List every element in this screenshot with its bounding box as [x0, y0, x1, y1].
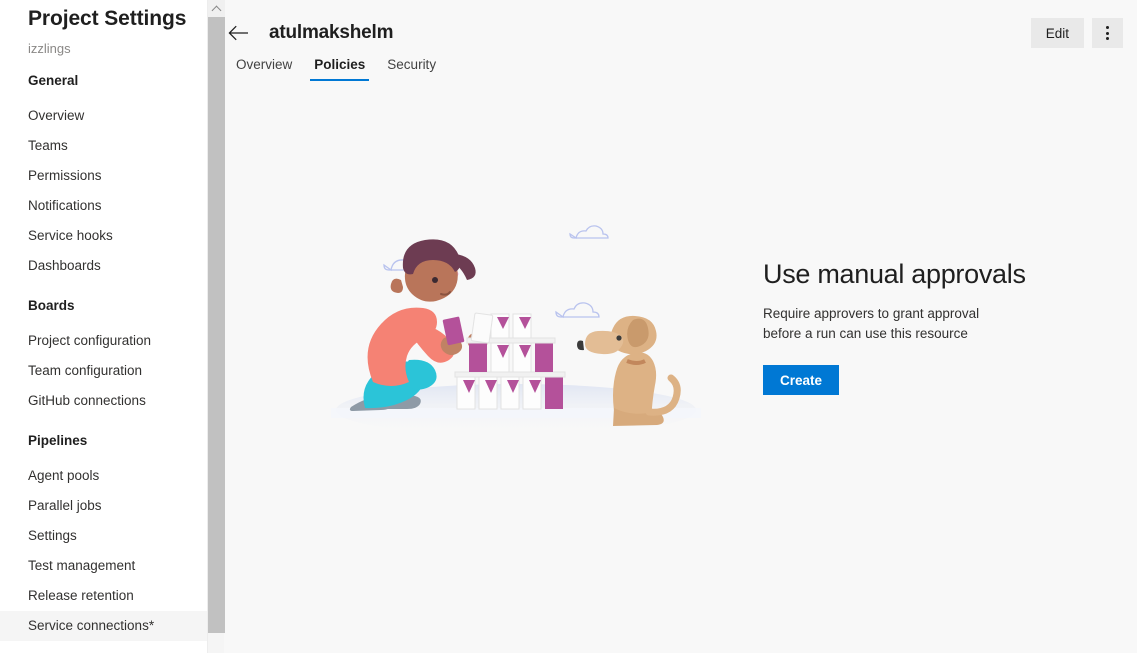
sidebar-item-dashboards[interactable]: Dashboards	[0, 251, 207, 281]
sidebar-item-parallel-jobs[interactable]: Parallel jobs	[0, 491, 207, 521]
more-vertical-icon-dot	[1106, 26, 1109, 29]
empty-state-description: Require approvers to grant approval befo…	[763, 305, 980, 341]
sidebar-item-overview[interactable]: Overview	[0, 101, 207, 131]
sidebar-item-team-configuration[interactable]: Team configuration	[0, 356, 207, 386]
empty-state: Use manual approvals Require approvers t…	[207, 107, 1137, 547]
sidebar-scrollbar[interactable]	[207, 0, 225, 653]
tab-security[interactable]: Security	[376, 57, 447, 81]
more-vertical-icon-dot	[1106, 31, 1109, 35]
page-tabs: Overview Policies Security	[225, 57, 1137, 81]
sidebar-item-test-management[interactable]: Test management	[0, 551, 207, 581]
sidebar-item-notifications[interactable]: Notifications	[0, 191, 207, 221]
back-arrow-icon[interactable]	[225, 20, 251, 46]
title-row: atulmakshelm	[207, 0, 1137, 46]
sidebar-project-name: izzlings	[28, 41, 71, 56]
nav-section-header-pipelines: Pipelines	[28, 433, 88, 448]
nav-section-boards: Boards Project configuration Team config…	[0, 298, 207, 416]
tab-policies[interactable]: Policies	[303, 57, 376, 81]
empty-state-heading: Use manual approvals	[763, 258, 1026, 289]
sidebar-item-github-connections[interactable]: GitHub connections	[0, 386, 207, 416]
tab-overview[interactable]: Overview	[225, 57, 303, 81]
sidebar-item-teams[interactable]: Teams	[0, 131, 207, 161]
sidebar-item-agent-pools[interactable]: Agent pools	[0, 461, 207, 491]
create-button[interactable]: Create	[763, 365, 840, 396]
sidebar-item-project-configuration[interactable]: Project configuration	[0, 326, 207, 356]
nav-section-header-general: General	[28, 73, 79, 88]
project-settings-page: Project Settings izzlings General Overvi…	[0, 0, 1137, 653]
more-vertical-icon-dot	[1106, 37, 1109, 40]
page-title: atulmakshelm	[269, 22, 394, 43]
nav-section-general: General Overview Teams Permissions Notif…	[0, 73, 207, 281]
sidebar-item-service-connections[interactable]: Service connections*	[0, 611, 207, 641]
sidebar-title: Project Settings	[28, 7, 187, 30]
settings-sidebar: Project Settings izzlings General Overvi…	[0, 0, 207, 653]
main-content: atulmakshelm Overview Policies Security …	[207, 0, 1137, 653]
manual-approvals-illustration	[331, 222, 701, 436]
header-actions: Edit	[1030, 18, 1123, 48]
nav-section-pipelines: Pipelines Agent pools Parallel jobs Sett…	[0, 433, 207, 641]
sidebar-item-settings[interactable]: Settings	[0, 521, 207, 551]
sidebar-item-permissions[interactable]: Permissions	[0, 161, 207, 191]
sidebar-item-service-hooks[interactable]: Service hooks	[0, 221, 207, 251]
edit-button[interactable]: Edit	[1030, 18, 1084, 48]
empty-state-copy: Use manual approvals Require approvers t…	[763, 258, 1033, 396]
nav-section-header-boards: Boards	[28, 298, 75, 313]
sidebar-item-release-retention[interactable]: Release retention	[0, 581, 207, 611]
more-options-button[interactable]	[1092, 18, 1123, 48]
scrollbar-thumb[interactable]	[208, 17, 225, 633]
page-header: atulmakshelm Overview Policies Security …	[207, 0, 1137, 95]
scroll-up-arrow-icon[interactable]	[208, 0, 225, 17]
sidebar-content: Project Settings izzlings General Overvi…	[0, 7, 207, 641]
